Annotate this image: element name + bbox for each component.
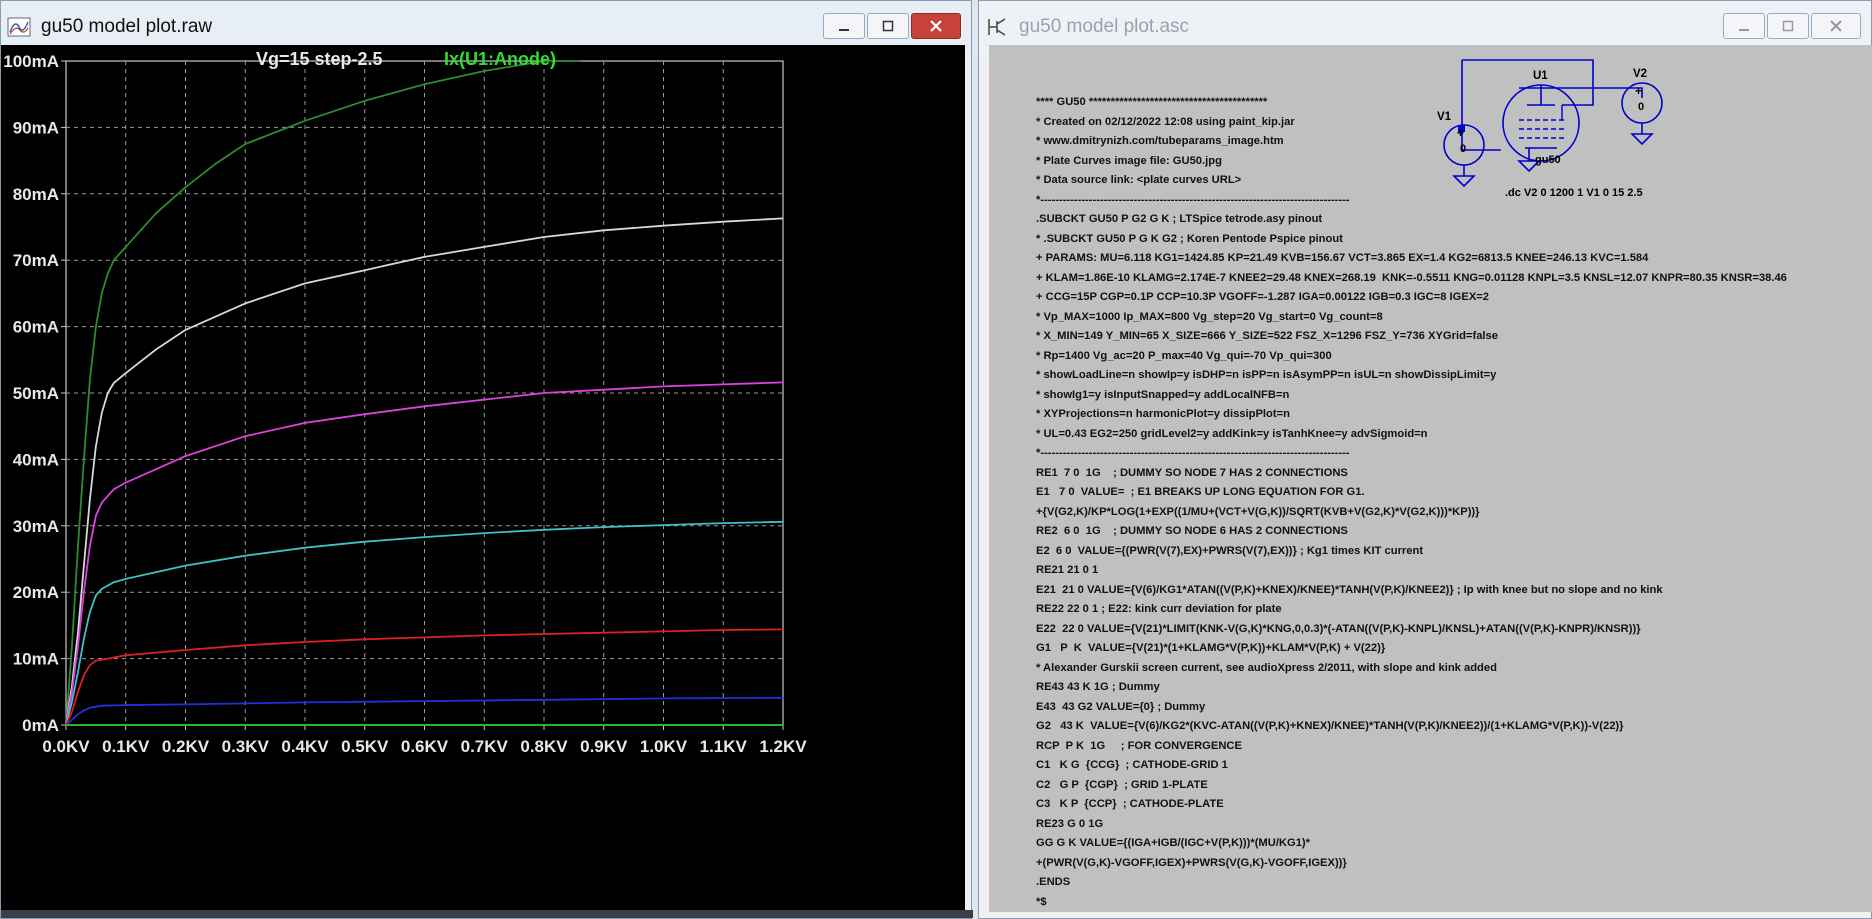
minimize-icon: [839, 29, 849, 31]
netlist-line: E22 22 0 VALUE={V(21)*LIMIT(KNK-V(G,K)*K…: [1036, 622, 1641, 635]
netlist-line: C1 K G {CCG} ; CATHODE-GRID 1: [1036, 759, 1228, 771]
netlist-line: GG G K VALUE={(IGA+IGB/(IGC+V(P,K)))*(MU…: [1036, 837, 1311, 849]
y-tick-label: 50mA: [13, 384, 59, 403]
netlist-line: RCP P K 1G ; FOR CONVERGENCE: [1036, 739, 1242, 752]
netlist-line: * showLoadLine=n showIp=y isDHP=n isPP=n…: [1036, 369, 1497, 381]
netlist-line: RE22 22 0 1 ; E22: kink curr deviation f…: [1036, 603, 1282, 615]
maximize-button[interactable]: [867, 13, 909, 39]
netlist-line: RE21 21 0 1: [1036, 564, 1099, 576]
y-tick-label: 90mA: [13, 118, 59, 137]
close-button[interactable]: [911, 13, 961, 39]
netlist-line: * UL=0.43 EG2=250 gridLevel2=y addKink=y…: [1036, 427, 1428, 440]
v1-label: V1: [1437, 111, 1452, 123]
x-tick-label: 0.2KV: [162, 737, 210, 756]
x-tick-label: 0.0KV: [42, 737, 90, 756]
window-title: gu50 model plot.raw: [41, 16, 213, 37]
netlist-line: C3 K P {CCP} ; CATHODE-PLATE: [1036, 798, 1224, 810]
netlist-line: G1 P K VALUE={V(21)*(1+KLAMG*V(P,K))+KLA…: [1036, 642, 1386, 654]
y-tick-label: 100mA: [3, 52, 59, 71]
netlist-line: RE1 7 0 1G ; DUMMY SO NODE 7 HAS 2 CONNE…: [1036, 466, 1348, 479]
x-tick-label: 0.4KV: [281, 737, 329, 756]
y-tick-label: 10mA: [13, 650, 59, 669]
x-tick-label: 1.0KV: [640, 737, 688, 756]
window-controls: [823, 13, 961, 39]
netlist-line: + CCG=15P CGP=0.1P CCP=10.3P VGOFF=-1.28…: [1036, 291, 1490, 303]
x-tick-label: 0.3KV: [222, 737, 270, 756]
schematic-app-icon: [988, 18, 1006, 36]
waveform-window[interactable]: gu50 model plot.raw 0.0KV 0.1KV 0.2KV 0.3KV…: [0, 0, 973, 919]
status-strip: [1, 910, 973, 918]
netlist-line: .ENDS: [1036, 876, 1071, 888]
netlist-line: * showIg1=y isInputSnapped=y addLocalNFB…: [1036, 388, 1290, 401]
x-tick-label: 0.6KV: [401, 737, 449, 756]
y-tick-label: 60mA: [13, 318, 59, 337]
netlist-line: * Vp_MAX=1000 Ip_MAX=800 Vg_step=20 Vg_s…: [1036, 310, 1383, 323]
v1-source[interactable]: +: [1443, 124, 1485, 188]
tick-labels: 0.0KV 0.1KV 0.2KV 0.3KV 0.4KV 0.5KV 0.6KV 0.7KV…: [3, 52, 807, 756]
schematic-canvas[interactable]: **** GU50 ******************************…: [989, 45, 1872, 912]
x-tick-label: 0.9KV: [580, 737, 628, 756]
x-tick-label: 1.1KV: [700, 737, 748, 756]
y-tick-label: 0mA: [22, 716, 59, 735]
y-tick-label: 80mA: [13, 185, 59, 204]
y-tick-label: 30mA: [13, 517, 59, 536]
minimize-button[interactable]: [1723, 13, 1765, 39]
window-controls: [1723, 13, 1861, 39]
plot-header: Vg=15 step-2.5: [256, 49, 383, 69]
netlist-line: +(PWR(V(G,K)-VGOFF,IGEX)+PWRS(V(G,K)-VGO…: [1036, 856, 1347, 869]
netlist-line: *---------------------------------------…: [1036, 447, 1350, 459]
maximize-icon: [882, 20, 894, 32]
netlist-line: C2 G P {CGP} ; GRID 1-PLATE: [1036, 778, 1208, 791]
waveform-app-icon: [7, 17, 31, 37]
schematic-drawing[interactable]: + V1 0 + V2 0 U1 gu50 .dc V2 0 1200 1 V1…: [989, 45, 1872, 285]
netlist-line: * X_MIN=149 Y_MIN=65 X_SIZE=666 Y_SIZE=5…: [1036, 330, 1498, 342]
svg-text:+: +: [1457, 126, 1464, 140]
minimize-icon: [1739, 29, 1749, 31]
y-tick-label: 40mA: [13, 450, 59, 469]
netlist-line: *$: [1036, 895, 1047, 908]
v2-label: V2: [1633, 68, 1647, 80]
x-tick-label: 0.5KV: [341, 737, 389, 756]
close-button[interactable]: [1811, 13, 1861, 39]
trace-label[interactable]: Ix(U1:Anode): [444, 49, 556, 69]
svg-text:+: +: [1635, 84, 1642, 98]
v2-source[interactable]: +: [1621, 82, 1663, 146]
u1-value: gu50: [1535, 154, 1561, 166]
v1-value: 0: [1460, 143, 1466, 155]
netlist-line: RE2 6 0 1G ; DUMMY SO NODE 6 HAS 2 CONNE…: [1036, 525, 1348, 537]
plate-curves-chart[interactable]: 0.0KV 0.1KV 0.2KV 0.3KV 0.4KV 0.5KV 0.6KV 0.7KV…: [1, 45, 965, 912]
y-tick-label: 70mA: [13, 251, 59, 270]
x-tick-label: 0.8KV: [520, 737, 568, 756]
y-tick-label: 20mA: [13, 583, 59, 602]
netlist-line: E2 6 0 VALUE={(PWR(V(7),EX)+PWRS(V(7),EX…: [1036, 544, 1424, 557]
netlist-line: E1 7 0 VALUE= ; E1 BREAKS UP LONG EQUATI…: [1036, 486, 1365, 498]
u1-label: U1: [1533, 70, 1548, 82]
x-tick-label: 0.7KV: [461, 737, 509, 756]
x-tick-label: 0.1KV: [102, 737, 150, 756]
netlist-line: RE43 43 K 1G ; Dummy: [1036, 681, 1160, 693]
netlist-line: * Alexander Gurskii screen current, see …: [1036, 661, 1497, 674]
netlist-line: * XYProjections=n harmonicPlot=y dissipP…: [1036, 408, 1290, 420]
x-tick-label: 1.2KV: [759, 737, 807, 756]
minimize-button[interactable]: [823, 13, 865, 39]
close-icon: [930, 20, 942, 32]
netlist-line: E21 21 0 VALUE={V(6)/KG1*ATAN((V(P,K)+KN…: [1036, 583, 1663, 596]
close-icon: [1830, 20, 1842, 32]
trace-line-2[interactable]: [65, 381, 784, 726]
plot-pane[interactable]: 0.0KV 0.1KV 0.2KV 0.3KV 0.4KV 0.5KV 0.6KV 0.7KV…: [1, 45, 965, 912]
v2-value: 0: [1638, 101, 1644, 113]
netlist-line: * Rp=1400 Vg_ac=20 P_max=40 Vg_qui=-70 V…: [1036, 349, 1332, 362]
window-title: gu50 model plot.asc: [1019, 16, 1190, 37]
netlist-line: G2 43 K VALUE={V(6)/KG2*(KVC-ATAN((V(P,K…: [1036, 720, 1624, 732]
dc-sweep-directive[interactable]: .dc V2 0 1200 1 V1 0 15 2.5: [1505, 187, 1643, 199]
schematic-window[interactable]: gu50 model plot.asc **** GU50 **********…: [978, 0, 1872, 919]
grid-lines: [61, 60, 784, 730]
netlist-line: E43 43 G2 VALUE={0} ; Dummy: [1036, 700, 1206, 713]
netlist-line: +{V(G2,K)/KP*LOG(1+EXP((1/MU+(VCT+V(G,K)…: [1036, 505, 1480, 518]
netlist-line: RE23 G 0 1G: [1036, 817, 1104, 830]
maximize-icon: [1782, 20, 1794, 32]
maximize-button[interactable]: [1767, 13, 1809, 39]
